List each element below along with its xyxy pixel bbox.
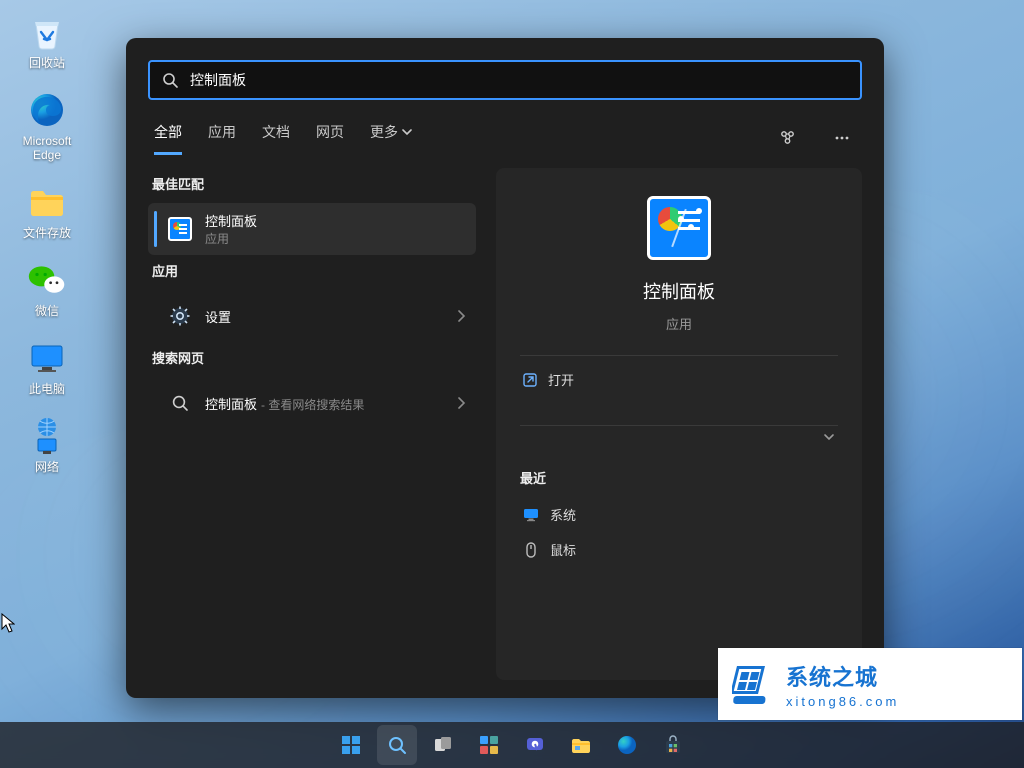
open-label: 打开 <box>548 370 574 389</box>
desktop: 回收站 Microsoft Edge 文件存放 微信 此电脑 <box>0 0 1024 768</box>
desktop-icon-label: 网络 <box>35 460 59 474</box>
recent-item-system[interactable]: 系统 <box>520 497 838 532</box>
search-input[interactable] <box>190 72 848 88</box>
tab-web[interactable]: 网页 <box>316 122 344 155</box>
recent-header: 最近 <box>520 468 834 487</box>
watermark-logo <box>732 662 776 706</box>
result-title: 控制面板 <box>205 211 466 230</box>
desktop-icon-label: Microsoft Edge <box>23 134 72 162</box>
desktop-icon-network[interactable]: 网络 <box>12 416 82 474</box>
tab-documents[interactable]: 文档 <box>262 122 290 155</box>
search-options-button[interactable] <box>774 124 802 152</box>
section-web: 搜索网页 <box>152 348 472 367</box>
control-panel-icon <box>165 214 195 244</box>
search-icon <box>162 72 178 88</box>
result-best-control-panel[interactable]: 控制面板 应用 <box>148 203 476 255</box>
monitor-icon <box>522 506 540 524</box>
result-suffix: - 查看网络搜索结果 <box>261 396 364 413</box>
file-explorer-button[interactable] <box>561 725 601 765</box>
task-view-button[interactable] <box>423 725 463 765</box>
preview-pane: 控制面板 应用 打开 最近 <box>496 168 862 680</box>
network-icon <box>27 416 67 456</box>
desktop-icon-wechat[interactable]: 微信 <box>12 260 82 318</box>
chevron-right-icon <box>456 310 466 322</box>
store-button[interactable] <box>653 725 693 765</box>
mouse-icon <box>522 541 540 559</box>
result-title: 设置 <box>205 307 456 326</box>
desktop-icon-label: 文件存放 <box>23 226 71 240</box>
wechat-icon <box>27 260 67 300</box>
chevron-down-icon <box>402 127 412 137</box>
desktop-icon-edge[interactable]: Microsoft Edge <box>12 90 82 162</box>
watermark-line1: 系统之城 <box>786 660 899 692</box>
results-column: 最佳匹配 控制面板 应用 应用 设置 <box>148 168 476 680</box>
desktop-icons: 回收站 Microsoft Edge 文件存放 微信 此电脑 <box>12 12 82 494</box>
start-button[interactable] <box>331 725 371 765</box>
edge-icon <box>27 90 67 130</box>
gear-icon <box>165 301 195 331</box>
desktop-icon-label: 回收站 <box>29 56 65 70</box>
preview-subtitle: 应用 <box>666 314 692 333</box>
recent-label: 系统 <box>550 505 576 524</box>
tab-all[interactable]: 全部 <box>154 122 182 155</box>
tab-apps[interactable]: 应用 <box>208 122 236 155</box>
search-tabs: 全部 应用 文档 网页 更多 <box>154 122 856 154</box>
desktop-icon-label: 此电脑 <box>29 382 65 396</box>
desktop-icon-label: 微信 <box>35 304 59 318</box>
open-icon <box>522 372 538 388</box>
result-web-search[interactable]: 控制面板 - 查看网络搜索结果 <box>148 377 476 429</box>
preview-title: 控制面板 <box>643 278 715 304</box>
expand-button[interactable] <box>520 426 838 452</box>
taskbar <box>0 722 1024 768</box>
tab-more-label: 更多 <box>370 122 398 142</box>
result-app-settings[interactable]: 设置 <box>148 290 476 342</box>
folder-icon <box>27 182 67 222</box>
result-title: 控制面板 <box>205 394 257 413</box>
edge-button[interactable] <box>607 725 647 765</box>
watermark-line2: xitong86.com <box>786 694 899 709</box>
section-apps: 应用 <box>152 261 472 280</box>
search-panel: 全部 应用 文档 网页 更多 最佳匹配 <box>126 38 884 698</box>
search-icon <box>165 388 195 418</box>
cursor-icon <box>1 613 15 633</box>
control-panel-icon <box>647 196 711 260</box>
watermark: 系统之城 xitong86.com <box>718 648 1022 720</box>
monitor-icon <box>27 338 67 378</box>
recycle-bin-icon <box>27 12 67 52</box>
section-best-match: 最佳匹配 <box>152 174 472 193</box>
recent-label: 鼠标 <box>550 540 576 559</box>
open-action[interactable]: 打开 <box>520 356 838 403</box>
desktop-icon-this-pc[interactable]: 此电脑 <box>12 338 82 396</box>
widgets-button[interactable] <box>469 725 509 765</box>
result-subtitle: 应用 <box>205 230 466 247</box>
tab-more[interactable]: 更多 <box>370 122 412 155</box>
desktop-icon-recycle-bin[interactable]: 回收站 <box>12 12 82 70</box>
search-box[interactable] <box>148 60 862 100</box>
chat-button[interactable] <box>515 725 555 765</box>
desktop-icon-folder[interactable]: 文件存放 <box>12 182 82 240</box>
recent-item-mouse[interactable]: 鼠标 <box>520 532 838 567</box>
more-button[interactable] <box>828 124 856 152</box>
chevron-right-icon <box>456 397 466 409</box>
taskbar-search-button[interactable] <box>377 725 417 765</box>
